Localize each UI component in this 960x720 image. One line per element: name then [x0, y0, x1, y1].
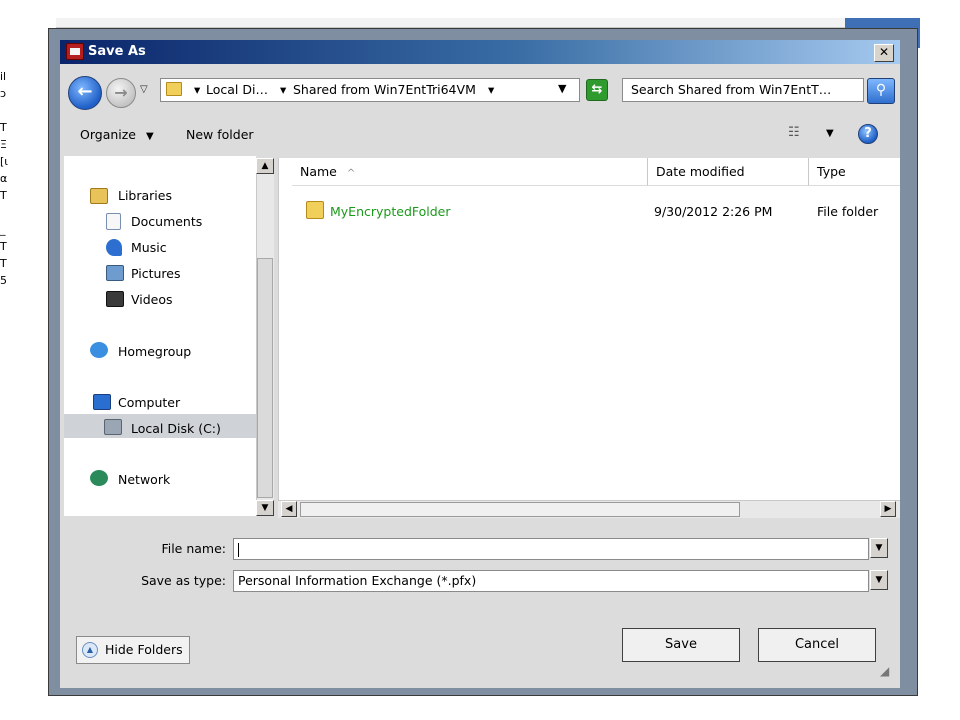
nav-item-computer[interactable]: Computer — [118, 395, 180, 410]
chevron-down-icon: ▼ — [875, 543, 883, 553]
search-icon: ⚲ — [875, 82, 887, 98]
navigation-pane — [64, 156, 256, 516]
forward-button[interactable]: → — [106, 78, 136, 108]
chevron-down-icon: ▼ — [145, 131, 154, 142]
folder-icon — [166, 82, 182, 96]
scroll-left-button[interactable]: ◀ — [281, 501, 297, 517]
text-cursor — [238, 542, 239, 557]
videos-icon — [106, 291, 124, 307]
chevron-up-icon: ▲ — [82, 642, 98, 658]
file-name-cell[interactable]: MyEncryptedFolder — [330, 204, 451, 219]
file-date-cell[interactable]: 9/30/2012 2:26 PM — [654, 204, 772, 219]
organize-button[interactable]: Organize ▼ — [80, 127, 154, 142]
resize-grip-icon[interactable]: ◢ — [880, 664, 896, 680]
organize-label: Organize — [80, 127, 136, 142]
computer-icon — [93, 394, 111, 410]
close-button[interactable]: ✕ — [874, 44, 894, 62]
back-button[interactable]: ← — [68, 76, 102, 110]
view-list-icon: ☷ — [788, 125, 800, 140]
homegroup-icon — [90, 342, 108, 358]
sort-ascending-icon: ^ — [346, 168, 356, 179]
chevron-down-icon: ▼ — [558, 82, 567, 95]
nav-scroll-up-button[interactable]: ▲ — [256, 158, 274, 174]
chevron-down-icon: ▼ — [826, 128, 834, 139]
breadcrumb-separator[interactable]: ▾ — [280, 82, 286, 97]
search-placeholder[interactable]: Search Shared from Win7EntT… — [631, 82, 831, 97]
save-button[interactable]: Save — [622, 628, 740, 662]
column-header-label: Name — [300, 164, 337, 179]
help-icon: ? — [864, 126, 872, 141]
breadcrumb-segment-shared[interactable]: Shared from Win7EntTri64VM — [293, 82, 476, 97]
arrow-left-icon: ◀ — [285, 504, 293, 514]
save-type-select[interactable]: Personal Information Exchange (*.pfx) — [233, 570, 869, 592]
recent-pages-button[interactable]: ▽ — [140, 84, 148, 95]
documents-icon — [106, 213, 121, 230]
network-icon — [90, 470, 108, 486]
title-bar[interactable] — [60, 40, 900, 64]
file-name-input[interactable] — [233, 538, 869, 560]
nav-item-music[interactable]: Music — [131, 240, 167, 255]
new-folder-button[interactable]: New folder — [186, 127, 254, 142]
save-type-dropdown-button[interactable]: ▼ — [870, 570, 888, 590]
folder-icon — [306, 201, 324, 219]
column-header-name[interactable]: Name ^ — [292, 158, 648, 186]
breadcrumb-separator[interactable]: ▾ — [194, 82, 200, 97]
help-button[interactable]: ? — [858, 124, 878, 144]
nav-item-videos[interactable]: Videos — [131, 292, 173, 307]
chevron-down-icon: ▼ — [875, 575, 883, 585]
arrow-up-icon: ▲ — [261, 161, 269, 171]
nav-item-local-disk[interactable]: Local Disk (C:) — [131, 421, 221, 436]
address-dropdown-button[interactable]: ▼ — [558, 82, 566, 95]
horizontal-scrollbar-thumb[interactable] — [300, 502, 740, 517]
app-icon — [66, 43, 84, 60]
file-type-cell[interactable]: File folder — [817, 204, 878, 219]
column-header-type[interactable]: Type — [809, 158, 900, 186]
local-disk-icon — [104, 419, 122, 435]
nav-item-network[interactable]: Network — [118, 472, 170, 487]
background-app-text: il ɔ T Ξ [ι α T _ T T 5 — [0, 70, 9, 287]
arrow-left-icon: ← — [77, 81, 93, 102]
background-app-top — [56, 18, 846, 28]
nav-scroll-down-button[interactable]: ▼ — [256, 500, 274, 516]
breadcrumb-segment-local-disk[interactable]: Local Di… — [206, 82, 268, 97]
view-options-button[interactable]: ☷ — [788, 125, 808, 143]
refresh-button[interactable]: ⇆ — [586, 79, 608, 101]
cancel-button[interactable]: Cancel — [758, 628, 876, 662]
column-header-date[interactable]: Date modified — [648, 158, 809, 186]
chevron-down-icon: ▽ — [140, 84, 148, 95]
nav-scrollbar-thumb[interactable] — [257, 258, 273, 498]
save-type-label: Save as type: — [141, 573, 226, 588]
pictures-icon — [106, 265, 124, 281]
music-icon — [106, 239, 122, 256]
arrow-down-icon: ▼ — [261, 503, 269, 513]
nav-item-documents[interactable]: Documents — [131, 214, 202, 229]
nav-item-pictures[interactable]: Pictures — [131, 266, 181, 281]
breadcrumb-separator[interactable]: ▾ — [488, 82, 494, 97]
view-dropdown-button[interactable]: ▼ — [826, 128, 834, 139]
scroll-right-button[interactable]: ▶ — [880, 501, 896, 517]
file-name-label: File name: — [161, 541, 226, 556]
libraries-icon — [90, 188, 108, 204]
refresh-icon: ⇆ — [591, 82, 603, 97]
arrow-right-icon: → — [114, 83, 128, 102]
window-title: Save As — [88, 44, 146, 59]
search-button[interactable]: ⚲ — [867, 78, 895, 104]
file-name-dropdown-button[interactable]: ▼ — [870, 538, 888, 558]
arrow-right-icon: ▶ — [884, 504, 892, 514]
nav-item-libraries[interactable]: Libraries — [118, 188, 172, 203]
nav-item-homegroup[interactable]: Homegroup — [118, 344, 191, 359]
